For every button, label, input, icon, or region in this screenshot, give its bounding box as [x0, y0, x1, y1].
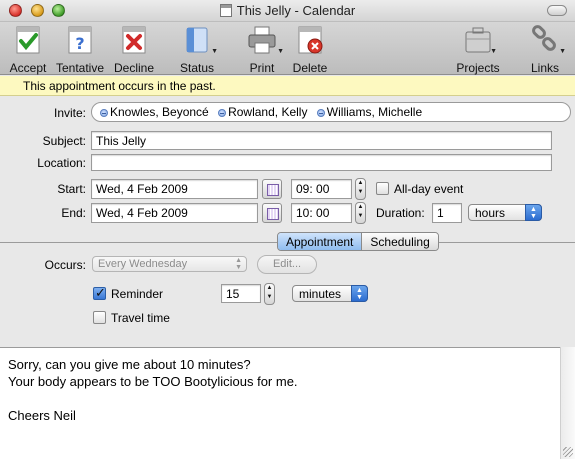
delete-icon [298, 26, 323, 54]
reminder-label: Reminder [111, 287, 164, 301]
appointment-form: Invite: Knowles, Beyoncé Rowland, Kelly … [0, 96, 575, 244]
tentative-label: Tentative [55, 61, 105, 75]
print-dropdown-icon: ▼ [277, 48, 284, 55]
edit-recurrence-button[interactable]: Edit... [257, 255, 317, 274]
all-day-checkbox[interactable] [376, 182, 389, 195]
select-arrows-icon: ▲ ▼ [351, 285, 368, 302]
travel-time-label: Travel time [111, 311, 170, 325]
invitee-token[interactable]: Williams, Michelle [316, 105, 423, 119]
projects-button[interactable]: Projects ▼ [453, 24, 503, 75]
status-label: Status [179, 61, 215, 75]
subject-label: Subject: [42, 134, 86, 148]
accept-icon [16, 26, 40, 54]
links-chain-icon [532, 25, 556, 51]
end-date-picker-calendar-icon[interactable] [262, 203, 282, 223]
reminder-stepper[interactable]: ▲ ▼ [264, 283, 275, 305]
decline-icon [122, 26, 146, 54]
occurs-value: Every Wednesday [98, 258, 188, 270]
person-icon [218, 109, 227, 117]
invitee-name: Williams, Michelle [326, 105, 423, 119]
resize-grip-icon[interactable] [563, 447, 573, 457]
start-date-picker-calendar-icon[interactable] [262, 179, 282, 199]
location-input[interactable] [91, 154, 552, 171]
projects-label: Projects [456, 61, 500, 75]
notes-textarea[interactable]: Sorry, can you give me about 10 minutes?… [0, 347, 575, 459]
decline-button[interactable]: Decline [112, 24, 156, 75]
print-button[interactable]: Print ▼ [240, 24, 284, 75]
select-arrows-icon: ▲ ▼ [235, 257, 242, 271]
appointment-details: Occurs: Every Wednesday ▲▼ Edit... Remin… [0, 243, 575, 347]
start-time-stepper[interactable]: ▲ ▼ [355, 178, 366, 200]
links-label: Links [530, 61, 559, 75]
end-time-input[interactable]: 10: 00 [291, 203, 352, 223]
invitee-name: Rowland, Kelly [228, 105, 308, 119]
duration-unit-value: hours [475, 206, 506, 220]
invite-label: Invite: [53, 106, 86, 120]
duration-unit-select[interactable]: hours ▲ ▼ [468, 204, 542, 221]
accept-button[interactable]: Accept [8, 24, 48, 75]
view-tabs: Appointment Scheduling [277, 232, 439, 251]
travel-time-checkbox[interactable] [93, 311, 106, 324]
tab-appointment[interactable]: Appointment [278, 233, 362, 250]
calendar-document-icon [219, 4, 232, 17]
notes-scrollbar[interactable] [560, 347, 575, 459]
duration-label: Duration: [376, 206, 425, 220]
status-button[interactable]: Status ▼ [176, 24, 218, 75]
svg-text:?: ? [75, 34, 84, 53]
status-icon [186, 27, 208, 53]
window-title-wrap: This Jelly - Calendar [0, 3, 575, 18]
tentative-icon: ? [68, 26, 92, 54]
printer-icon [248, 26, 276, 54]
select-arrows-icon: ▲ ▼ [525, 204, 542, 221]
start-time-input[interactable]: 09: 00 [291, 179, 352, 199]
occurs-label: Occurs: [44, 258, 86, 272]
reminder-unit-select[interactable]: minutes ▲ ▼ [292, 285, 368, 302]
delete-button[interactable]: Delete [290, 24, 330, 75]
decline-label: Decline [113, 61, 155, 75]
invitee-token[interactable]: Knowles, Beyoncé [100, 105, 209, 119]
person-icon [316, 109, 325, 117]
start-label: Start: [57, 182, 86, 196]
invitee-name: Knowles, Beyoncé [110, 105, 209, 119]
title-bar: This Jelly - Calendar [0, 0, 575, 22]
notes-line: Your body appears to be TOO Bootylicious… [8, 374, 298, 389]
projects-dropdown-icon: ▼ [490, 48, 497, 55]
end-time-stepper[interactable]: ▲ ▼ [355, 202, 366, 224]
end-label: End: [61, 206, 86, 220]
window-title: This Jelly - Calendar [236, 3, 356, 18]
location-label: Location: [37, 156, 86, 170]
past-appointment-banner: This appointment occurs in the past. [0, 76, 575, 96]
tab-scheduling[interactable]: Scheduling [361, 233, 438, 250]
notes-line [8, 390, 567, 407]
notes-line: Cheers Neil [8, 408, 76, 423]
status-dropdown-icon: ▼ [211, 48, 218, 55]
all-day-label: All-day event [394, 182, 464, 196]
reminder-unit-value: minutes [299, 287, 342, 301]
invite-field[interactable]: Knowles, Beyoncé Rowland, Kelly Williams… [91, 102, 571, 122]
links-button[interactable]: Links ▼ [524, 24, 566, 75]
start-date-input[interactable]: Wed, 4 Feb 2009 [91, 179, 258, 199]
links-dropdown-icon: ▼ [559, 48, 566, 55]
subject-input[interactable]: This Jelly [91, 131, 552, 150]
reminder-amount-input[interactable]: 15 [221, 284, 261, 303]
occurs-select[interactable]: Every Wednesday ▲ ▼ [92, 256, 247, 272]
notes-line: Sorry, can you give me about 10 minutes? [8, 357, 251, 372]
person-icon [100, 109, 108, 117]
end-date-input[interactable]: Wed, 4 Feb 2009 [91, 203, 258, 223]
duration-input[interactable]: 1 [432, 203, 462, 223]
invitee-token[interactable]: Rowland, Kelly [218, 105, 307, 119]
delete-label: Delete [292, 61, 328, 75]
tentative-button[interactable]: ? Tentative [54, 24, 106, 75]
reminder-checkbox[interactable] [93, 285, 106, 301]
print-label: Print [249, 61, 275, 75]
toolbar-toggle-button[interactable] [547, 5, 567, 16]
accept-label: Accept [9, 61, 47, 75]
toolbar: Accept ? Tentative Decline Status ▼ Prin [0, 22, 575, 75]
